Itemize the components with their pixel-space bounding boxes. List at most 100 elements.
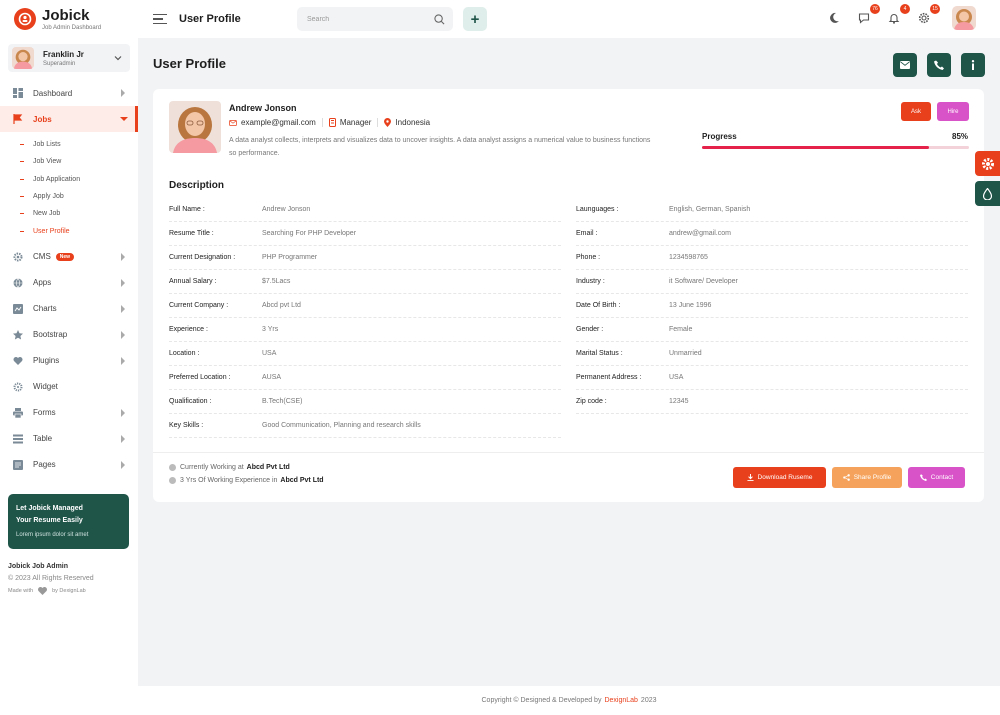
color-theme-button[interactable] — [975, 181, 1000, 206]
detail-value: it Software/ Developer — [669, 278, 738, 285]
chevron-down-icon — [114, 56, 122, 61]
sidebar-item-plugins[interactable]: Plugins — [0, 348, 138, 374]
footer-year: 2023 — [640, 697, 657, 704]
profile-email: example@gmail.com — [241, 118, 316, 127]
search-box — [297, 7, 453, 31]
detail-row: Permanent Address : USA — [576, 366, 968, 390]
brand[interactable]: Jobick Job Admin Dashboard — [0, 0, 138, 38]
settings-button[interactable]: 15 — [916, 4, 940, 26]
sidebar-item-charts[interactable]: Charts — [0, 296, 138, 322]
hire-button[interactable]: Hire — [937, 102, 969, 121]
star-icon — [12, 329, 23, 340]
detail-value: AUSA — [262, 374, 282, 381]
detail-row: Key Skills : Good Communication, Planning… — [169, 414, 561, 438]
detail-value: Good Communication, Planning and researc… — [262, 422, 421, 429]
detail-label: Email : — [576, 230, 598, 237]
user-dropdown[interactable]: Franklin Jr Superadmin — [8, 44, 130, 72]
made-with: Made with by DexignLab — [8, 585, 94, 597]
profile-location: Indonesia — [395, 118, 431, 127]
detail-value: Female — [669, 326, 693, 333]
description-heading: Description — [169, 180, 225, 191]
detail-label: Launguages : — [576, 206, 619, 213]
chevron-right-icon — [121, 356, 125, 365]
detail-label: Gender : — [576, 326, 604, 333]
share-profile-button[interactable]: Share Profile — [832, 467, 902, 488]
phone-icon — [934, 60, 944, 70]
search-icon[interactable] — [434, 13, 445, 25]
detail-value: B.Tech(CSE) — [262, 398, 303, 405]
sidebar-item-widget[interactable]: Widget — [0, 374, 138, 400]
footer-link[interactable]: DexignLab — [604, 697, 637, 704]
top-avatar[interactable] — [952, 6, 976, 30]
profile-location-item: Indonesia — [384, 118, 436, 127]
promo-title-line2: Your Resume Easily — [16, 517, 83, 524]
progress-value: 85% — [952, 132, 969, 141]
detail-value: USA — [669, 374, 684, 381]
moon-icon — [830, 12, 839, 23]
theme-settings-button[interactable] — [975, 151, 1000, 176]
detail-row: Gender : Female — [576, 318, 968, 342]
footer-text: Copyright © Designed & Developed by — [481, 697, 602, 704]
submenu-item-job-view[interactable]: Job View — [20, 153, 138, 170]
submenu-item-user-profile[interactable]: User Profile — [20, 222, 138, 239]
topbar: User Profile + 76 4 15 — [138, 0, 1000, 38]
share-icon — [842, 474, 850, 481]
detail-label: Zip code : — [576, 398, 607, 405]
detail-row: Zip code : 12345 — [576, 390, 968, 414]
topbar-actions: 76 4 15 — [812, 4, 976, 30]
printer-icon — [12, 407, 23, 418]
info-icon — [971, 60, 975, 70]
menu-toggle-icon[interactable] — [153, 13, 167, 25]
detail-value: $7.5Lacs — [262, 278, 291, 285]
notifications-button[interactable]: 4 — [886, 4, 910, 26]
detail-value: USA — [262, 350, 277, 357]
map-pin-icon — [384, 118, 392, 127]
detail-row: Phone : 1234598765 — [576, 246, 968, 270]
submenu-item-job-lists[interactable]: Job Lists — [20, 136, 138, 153]
promo-card[interactable]: Let Jobick Managed Your Resume Easily Lo… — [8, 494, 129, 549]
mail-button[interactable] — [893, 53, 917, 77]
download-resume-button[interactable]: Download Ruseme — [733, 467, 826, 488]
detail-label: Phone : — [576, 254, 601, 261]
sidebar-item-apps[interactable]: Apps — [0, 270, 138, 296]
sidebar-item-label: Jobs — [33, 114, 52, 124]
progress-bar-fill — [702, 146, 929, 149]
detail-row: Experience : 3 Yrs — [169, 318, 561, 342]
add-button[interactable]: + — [463, 7, 487, 31]
user-name: Franklin Jr — [43, 49, 84, 59]
pages-icon — [12, 459, 23, 470]
submenu-item-job-application[interactable]: Job Application — [20, 171, 138, 188]
info-button[interactable] — [961, 53, 985, 77]
detail-label: Current Company : — [169, 302, 229, 309]
sidebar-item-bootstrap[interactable]: Bootstrap — [0, 322, 138, 348]
detail-label: Location : — [169, 350, 200, 357]
sidebar-item-label: CMS — [33, 252, 51, 262]
ask-button[interactable]: Ask — [901, 102, 931, 121]
submenu-item-apply-job[interactable]: Apply Job — [20, 188, 138, 205]
messages-button[interactable]: 76 — [856, 4, 880, 26]
sidebar-item-cms[interactable]: CMS New — [0, 244, 138, 270]
sidebar-item-dashboard[interactable]: Dashboard — [0, 80, 138, 106]
search-input[interactable] — [307, 15, 417, 23]
sidebar-item-jobs[interactable]: Jobs — [0, 106, 138, 132]
made-with-label: Made with — [8, 588, 34, 594]
profile-name: Andrew Jonson — [229, 103, 297, 113]
phone-button[interactable] — [927, 53, 951, 77]
chart-icon — [12, 303, 23, 314]
jobs-submenu: Job Lists Job View Job Application Apply… — [20, 136, 138, 240]
profile-meta: example@gmail.com Manager Indonesia — [229, 118, 442, 127]
detail-label: Current Designation : — [169, 254, 236, 261]
detail-value: 1234598765 — [669, 254, 708, 261]
sidebar-item-forms[interactable]: Forms — [0, 400, 138, 426]
profile-email-item[interactable]: example@gmail.com — [229, 118, 323, 127]
sidebar-item-table[interactable]: Table — [0, 426, 138, 452]
sidebar-item-pages[interactable]: Pages — [0, 452, 138, 478]
dark-mode-toggle[interactable] — [826, 10, 842, 26]
contact-button[interactable]: Contact — [908, 467, 965, 488]
detail-value: PHP Programmer — [262, 254, 318, 261]
settings-cog-icon — [12, 381, 23, 392]
logo-icon — [14, 8, 36, 30]
submenu-item-new-job[interactable]: New Job — [20, 205, 138, 222]
chevron-right-icon — [121, 330, 125, 339]
header-actions — [893, 53, 985, 77]
